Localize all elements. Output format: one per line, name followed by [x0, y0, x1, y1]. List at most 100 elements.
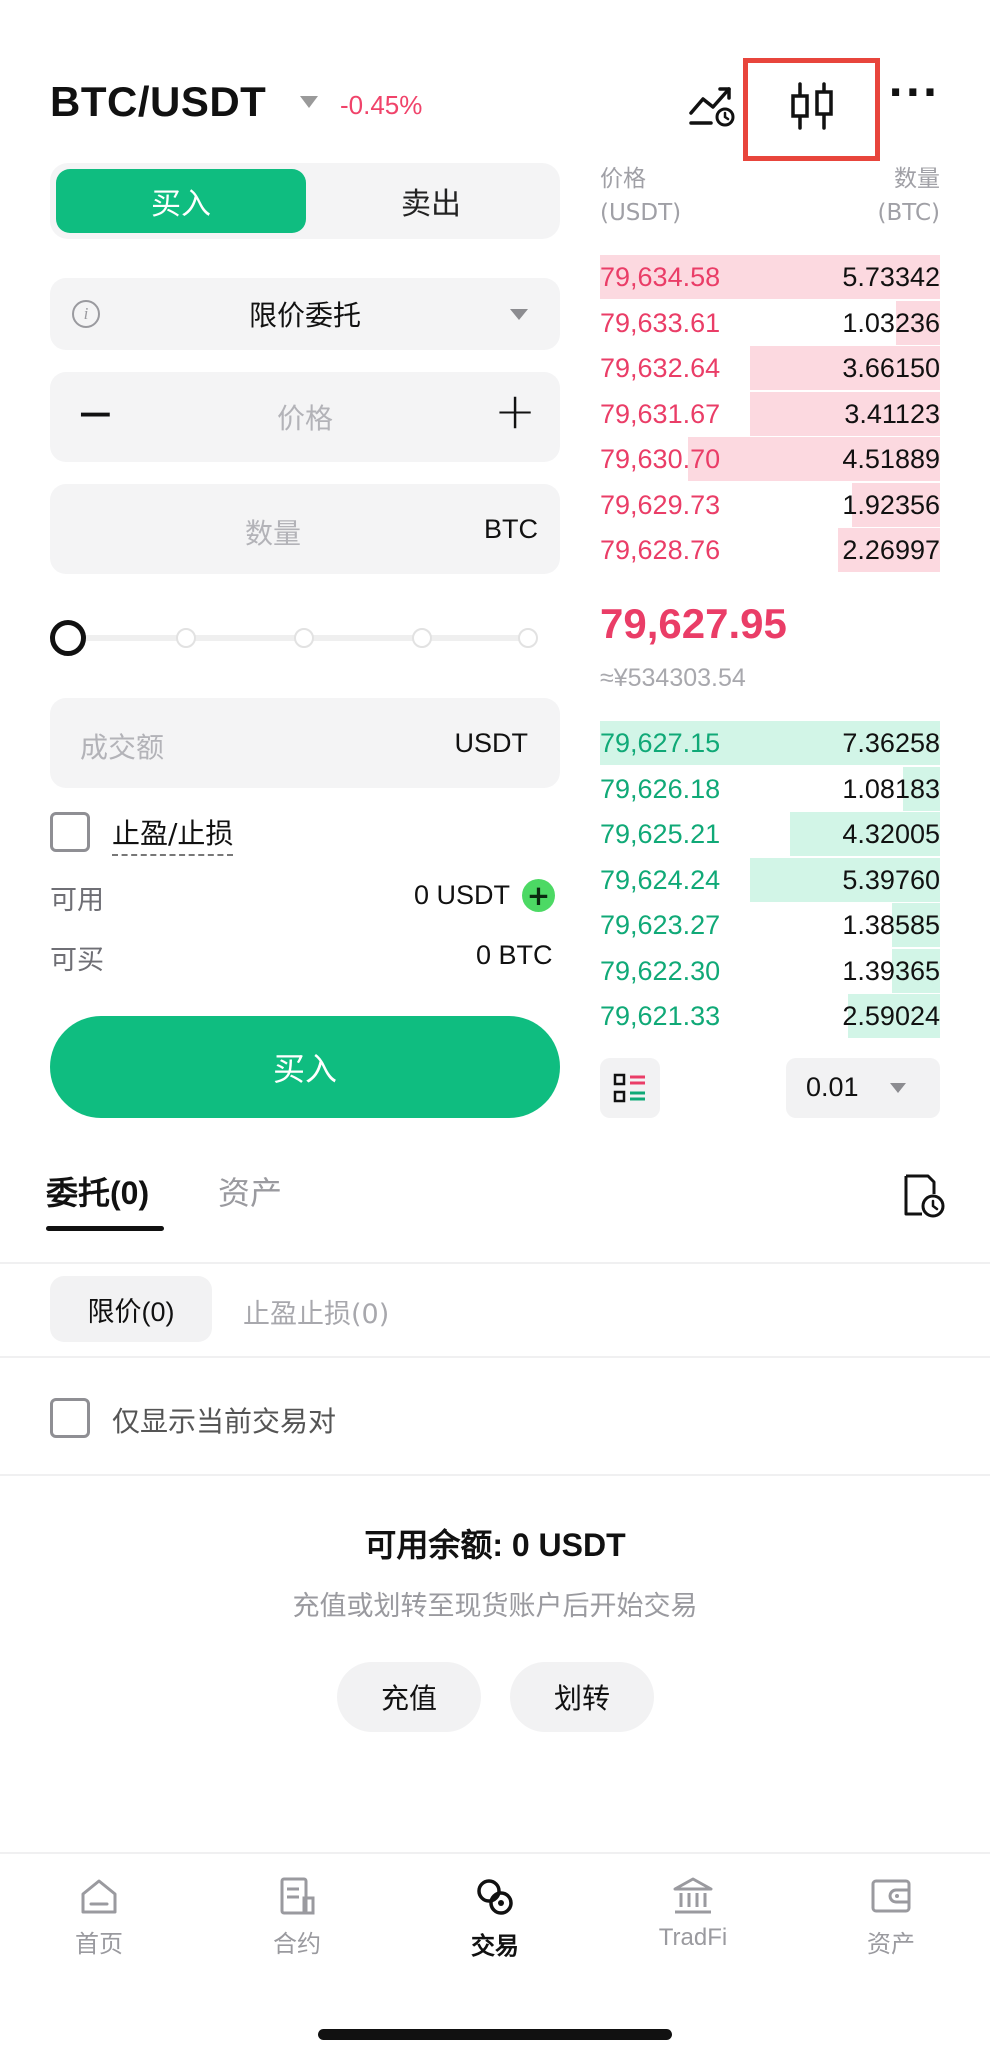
ask-qty: 3.41123 — [844, 398, 940, 429]
bid-qty: 4.32005 — [842, 819, 940, 849]
nav-tradfi[interactable]: TradFi — [594, 1876, 792, 1952]
tpsl-checkbox[interactable] — [50, 812, 90, 852]
nav-home[interactable]: 首页 — [0, 1876, 198, 1959]
tpsl-label[interactable]: 止盈/止损 — [112, 812, 234, 856]
available-label: 可用 — [50, 885, 104, 916]
depth-mode-button[interactable] — [600, 1058, 660, 1118]
ask-row[interactable]: 79,632.64 3.66150 — [600, 346, 940, 390]
ask-price: 79,633.61 — [600, 307, 721, 338]
order-history-icon[interactable] — [902, 1172, 946, 1220]
order-type-label: 限价委托 — [248, 299, 361, 332]
bid-price: 79,627.15 — [600, 728, 721, 758]
tab-orders[interactable]: 委托(0) — [46, 1168, 149, 1214]
wallet-icon — [871, 1879, 911, 1913]
trading-pair-title[interactable]: BTC/USDT — [50, 78, 266, 126]
more-menu-icon[interactable]: ··· — [888, 70, 940, 116]
bid-qty: 1.38585 — [842, 910, 940, 940]
total-input[interactable]: 成交额 USDT — [50, 698, 560, 788]
ask-row[interactable]: 79,633.61 1.03236 — [600, 300, 940, 345]
price-alert-icon[interactable] — [684, 78, 740, 134]
pair-dropdown-icon[interactable] — [300, 96, 318, 108]
ask-row[interactable]: 79,628.76 2.26997 — [600, 528, 940, 572]
slider-step-75[interactable] — [412, 628, 432, 648]
trade-icon — [477, 1879, 513, 1915]
precision-select[interactable]: 0.01 — [786, 1058, 940, 1118]
tab-assets[interactable]: 资产 — [218, 1168, 282, 1214]
nav-assets-label: 资产 — [867, 1930, 915, 1958]
bank-icon — [673, 1877, 713, 1914]
bid-row[interactable]: 79,627.15 7.36258 — [600, 721, 940, 765]
buy-tab[interactable]: 买入 — [56, 169, 306, 233]
divider — [0, 1356, 990, 1358]
ask-row[interactable]: 79,629.73 1.92356 — [600, 482, 940, 527]
active-tab-indicator — [46, 1226, 164, 1231]
subtab-tpsl[interactable]: 止盈止损(0) — [243, 1292, 389, 1331]
nav-home-label: 首页 — [75, 1930, 123, 1958]
info-icon[interactable]: i — [72, 300, 100, 328]
ask-row[interactable]: 79,634.58 5.73342 — [600, 255, 940, 299]
bid-qty: 7.36258 — [842, 728, 940, 758]
bid-row[interactable]: 79,622.30 1.39365 — [600, 948, 940, 993]
amount-placeholder: 数量 — [245, 517, 302, 550]
ask-price: 79,634.58 — [600, 262, 721, 292]
bid-price: 79,621.33 — [600, 1001, 721, 1031]
buy-submit-button[interactable]: 买入 — [50, 1016, 560, 1118]
can-buy-label: 可买 — [50, 945, 104, 976]
bid-row[interactable]: 79,625.21 4.32005 — [600, 812, 940, 856]
ask-row[interactable]: 79,630.70 4.51889 — [600, 437, 940, 481]
ask-qty: 1.03236 — [842, 307, 940, 338]
order-type-select[interactable]: i 限价委托 — [50, 278, 560, 350]
nav-assets[interactable]: 资产 — [792, 1876, 990, 1959]
depth-list-icon — [613, 1073, 645, 1103]
balance-title: 可用余额: 0 USDT — [364, 1527, 626, 1563]
price-change-percent: -0.45% — [340, 90, 423, 120]
price-minus-button[interactable]: − — [76, 386, 115, 440]
ask-qty: 5.73342 — [842, 262, 940, 292]
bid-price: 79,625.21 — [600, 819, 721, 849]
bid-price: 79,626.18 — [600, 773, 721, 804]
nav-futures-label: 合约 — [273, 1930, 321, 1958]
ask-price: 79,629.73 — [600, 489, 721, 520]
subtab-limit[interactable]: 限价(0) — [50, 1276, 212, 1342]
can-buy-value: 0 BTC — [476, 940, 553, 970]
nav-futures[interactable]: 合约 — [198, 1876, 396, 1959]
buy-sell-toggle: 买入 卖出 — [50, 163, 560, 239]
deposit-plus-icon[interactable]: + — [522, 879, 555, 912]
only-current-pair-label[interactable]: 仅显示当前交易对 — [112, 1400, 336, 1440]
ask-price: 79,630.70 — [600, 444, 721, 474]
divider — [0, 1474, 990, 1476]
ask-price: 79,631.67 — [600, 398, 721, 429]
bid-qty: 2.59024 — [842, 1001, 940, 1031]
bid-row[interactable]: 79,623.27 1.38585 — [600, 903, 940, 947]
slider-step-50[interactable] — [294, 628, 314, 648]
ask-row[interactable]: 79,631.67 3.41123 — [600, 391, 940, 436]
bid-row[interactable]: 79,624.24 5.39760 — [600, 857, 940, 902]
deposit-button[interactable]: 充值 — [337, 1662, 481, 1732]
total-unit: USDT — [454, 728, 529, 758]
last-price[interactable]: 79,627.95 — [600, 600, 787, 648]
slider-step-25[interactable] — [176, 628, 196, 648]
bid-price: 79,622.30 — [600, 955, 721, 986]
home-indicator[interactable] — [318, 2029, 672, 2040]
amount-input[interactable]: 数量 BTC — [50, 484, 560, 574]
bid-price: 79,623.27 — [600, 910, 721, 940]
bid-row[interactable]: 79,626.18 1.08183 — [600, 766, 940, 811]
total-placeholder: 成交额 — [80, 731, 165, 764]
bid-qty: 1.39365 — [842, 955, 940, 986]
chevron-down-icon — [510, 309, 528, 320]
futures-icon — [280, 1877, 315, 1915]
bid-qty: 5.39760 — [842, 864, 940, 895]
bid-row[interactable]: 79,621.33 2.59024 — [600, 994, 940, 1038]
sell-tab[interactable]: 卖出 — [306, 169, 556, 233]
price-input[interactable]: − 价格 + — [50, 372, 560, 462]
nav-trade[interactable]: 交易 — [396, 1876, 594, 1961]
available-value: 0 USDT — [414, 880, 511, 910]
bid-qty: 1.08183 — [842, 773, 940, 804]
slider-thumb[interactable] — [50, 620, 86, 656]
price-plus-button[interactable]: + — [494, 382, 536, 440]
slider-step-100[interactable] — [518, 628, 538, 648]
transfer-button[interactable]: 划转 — [510, 1662, 654, 1732]
only-current-pair-checkbox[interactable] — [50, 1398, 90, 1438]
amount-slider[interactable] — [50, 618, 540, 658]
home-icon — [81, 1879, 117, 1914]
